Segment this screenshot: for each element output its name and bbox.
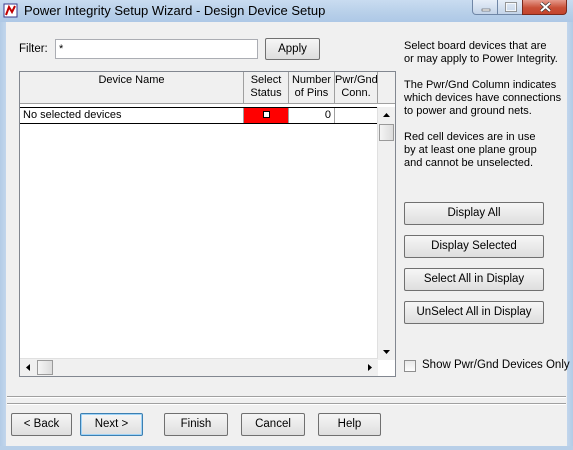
display-selected-button[interactable]: Display Selected bbox=[404, 235, 544, 258]
show-pwr-gnd-only-checkbox[interactable] bbox=[404, 360, 416, 372]
vertical-scrollbar[interactable] bbox=[377, 107, 395, 360]
window-title: Power Integrity Setup Wizard - Design De… bbox=[24, 3, 326, 18]
minimize-button[interactable] bbox=[472, 0, 498, 15]
select-status-checkbox[interactable] bbox=[263, 111, 270, 118]
horizontal-scroll-thumb[interactable] bbox=[37, 360, 53, 375]
table-row[interactable]: No selected devices 0 bbox=[20, 107, 378, 124]
cancel-button[interactable]: Cancel bbox=[241, 413, 305, 436]
show-pwr-gnd-only-label[interactable]: Show Pwr/Gnd Devices Only bbox=[422, 359, 570, 371]
next-button[interactable]: Next > bbox=[80, 413, 143, 436]
help-button[interactable]: Help bbox=[318, 413, 381, 436]
column-header-pwr-gnd-conn[interactable]: Pwr/Gnd Conn. bbox=[335, 72, 378, 104]
title-bar[interactable]: Power Integrity Setup Wizard - Design De… bbox=[0, 0, 573, 22]
maximize-icon bbox=[505, 2, 517, 12]
cell-number-of-pins: 0 bbox=[289, 108, 335, 123]
back-button[interactable]: < Back bbox=[11, 413, 72, 436]
close-icon bbox=[539, 1, 552, 13]
cell-device-name: No selected devices bbox=[20, 108, 244, 123]
column-header-device-name[interactable]: Device Name bbox=[20, 72, 244, 104]
minimize-icon bbox=[481, 8, 491, 12]
filter-input[interactable] bbox=[55, 39, 258, 59]
separator-top bbox=[7, 396, 566, 398]
header-corner bbox=[378, 72, 395, 104]
column-header-number-of-pins[interactable]: Number of Pins bbox=[289, 72, 335, 104]
maximize-button[interactable] bbox=[497, 0, 523, 15]
app-icon bbox=[3, 3, 18, 18]
finish-button[interactable]: Finish bbox=[164, 413, 228, 436]
scroll-down-arrow-icon[interactable] bbox=[379, 344, 394, 359]
window-frame-left bbox=[0, 22, 6, 450]
column-header-select-status[interactable]: Select Status bbox=[244, 72, 289, 104]
close-button[interactable] bbox=[522, 0, 567, 15]
cell-select-status[interactable] bbox=[244, 108, 289, 123]
window-frame-right bbox=[567, 22, 573, 450]
separator-bottom bbox=[7, 403, 566, 405]
info-select-devices: Select board devices that are or may app… bbox=[404, 40, 558, 65]
vertical-scroll-thumb[interactable] bbox=[379, 124, 394, 141]
display-all-button[interactable]: Display All bbox=[404, 202, 544, 225]
scroll-right-arrow-icon[interactable] bbox=[362, 360, 377, 375]
info-red-cell: Red cell devices are in use by at least … bbox=[404, 131, 537, 169]
device-table[interactable]: Device Name Select Status Number of Pins… bbox=[19, 71, 396, 377]
scroll-left-arrow-icon[interactable] bbox=[21, 360, 36, 375]
window-frame-bottom bbox=[0, 446, 573, 450]
cell-pwr-gnd-conn bbox=[335, 108, 378, 123]
info-pwr-gnd-column: The Pwr/Gnd Column indicates which devic… bbox=[404, 79, 562, 117]
select-all-in-display-button[interactable]: Select All in Display bbox=[404, 268, 544, 291]
horizontal-scrollbar[interactable] bbox=[20, 358, 378, 376]
scroll-up-arrow-icon[interactable] bbox=[379, 108, 394, 123]
wizard-window: Power Integrity Setup Wizard - Design De… bbox=[0, 0, 573, 450]
apply-button[interactable]: Apply bbox=[265, 38, 320, 60]
unselect-all-in-display-button[interactable]: UnSelect All in Display bbox=[404, 301, 544, 324]
filter-label: Filter: bbox=[19, 43, 48, 55]
